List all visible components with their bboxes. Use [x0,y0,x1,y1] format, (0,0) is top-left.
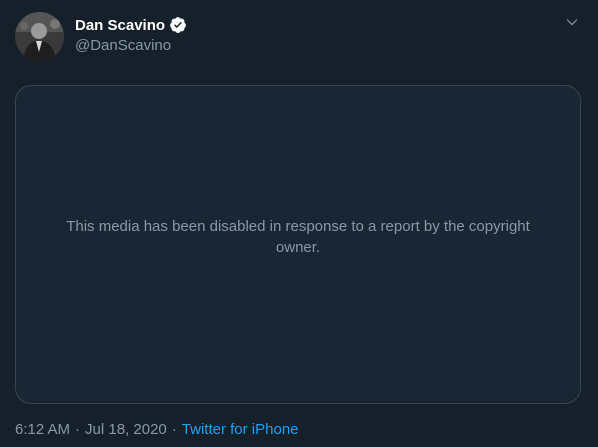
media-disabled-message: This media has been disabled in response… [66,217,530,256]
tweet-container: Dan Scavino @DanScavino This media has b… [0,0,598,447]
verified-badge-icon [169,16,187,34]
tweet-source-link[interactable]: Twitter for iPhone [182,421,299,438]
avatar-image [15,12,64,61]
author-name-row[interactable]: Dan Scavino [75,15,187,35]
meta-separator: · [75,421,81,438]
chevron-down-icon [565,15,579,34]
avatar[interactable] [15,12,64,61]
tweet-date[interactable]: Jul 18, 2020 [85,421,167,438]
disabled-media-placeholder: This media has been disabled in response… [15,85,581,404]
author-display-name[interactable]: Dan Scavino [75,17,165,34]
meta-separator: · [171,421,177,438]
tweet-time[interactable]: 6:12 AM [15,421,70,438]
author-handle[interactable]: @DanScavino [75,37,171,54]
tweet-metadata: 6:12 AM · Jul 18, 2020 · Twitter for iPh… [15,421,299,438]
more-options-button[interactable] [560,12,584,36]
